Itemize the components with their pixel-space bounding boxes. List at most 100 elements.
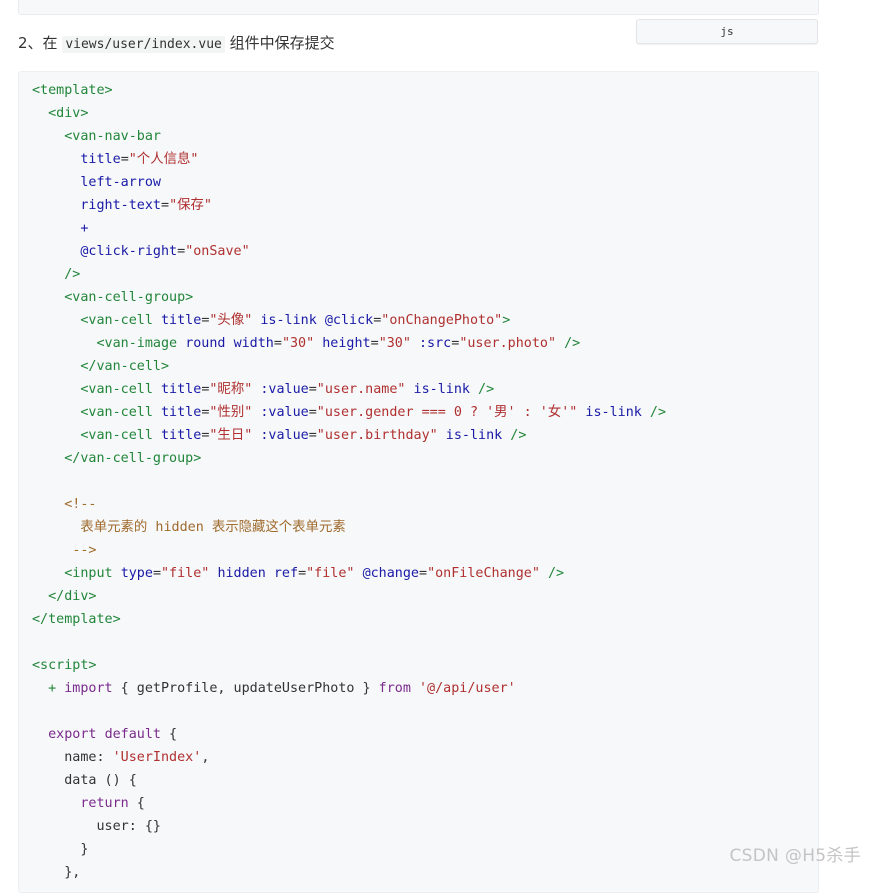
code-line: <script> <box>32 654 818 677</box>
code-line: <input type="file" hidden ref="file" @ch… <box>32 562 818 585</box>
code-token: "个人信息" <box>128 152 199 167</box>
code-block: <template> <div> <van-nav-bar title="个人信… <box>18 71 819 893</box>
code-token: }, <box>32 865 81 880</box>
code-token: "user.gender === 0 ? '男' : '女'" <box>316 405 578 420</box>
code-token: "onChangePhoto" <box>381 313 503 328</box>
code-token: is-link <box>585 405 642 420</box>
code-token: > <box>502 313 511 328</box>
code-token: <script> <box>32 658 97 673</box>
code-token: @click <box>324 313 374 328</box>
code-token: "onFileChange" <box>427 566 540 581</box>
code-token: = <box>161 198 170 213</box>
code-token: + <box>80 221 89 236</box>
code-token: title <box>161 313 202 328</box>
code-token: /> <box>510 428 527 443</box>
code-token: = <box>120 152 129 167</box>
code-token: + <box>48 681 57 696</box>
code-token: return <box>80 796 129 811</box>
code-token: = <box>308 428 317 443</box>
code-line: left-arrow <box>32 171 818 194</box>
code-token: user: {} <box>32 819 161 834</box>
code-token: is-link <box>260 313 317 328</box>
code-token: data () { <box>32 773 137 788</box>
code-token: </van-cell-group> <box>64 451 202 466</box>
code-token: type <box>120 566 153 581</box>
code-token: import <box>64 681 113 696</box>
code-token: "user.birthday" <box>316 428 438 443</box>
code-token: { <box>128 796 145 811</box>
code-line: <van-cell title="性别" :value="user.gender… <box>32 401 818 424</box>
code-token: <input <box>64 566 113 581</box>
code-token: "user.photo" <box>459 336 557 351</box>
code-token: <van-cell <box>80 428 153 443</box>
file-path-code: views/user/index.vue <box>62 36 225 53</box>
code-language-tab[interactable]: js <box>636 19 818 44</box>
code-token: :src <box>419 336 452 351</box>
code-token: left-arrow <box>80 175 161 190</box>
code-token: <van-cell <box>80 405 153 420</box>
code-token: '@/api/user' <box>418 681 516 696</box>
code-token: </van-cell> <box>80 359 170 374</box>
code-token: <van-cell <box>80 382 153 397</box>
code-lines: <template> <div> <van-nav-bar title="个人信… <box>19 72 818 884</box>
code-line: title="个人信息" <box>32 148 818 171</box>
code-line: }, <box>32 861 818 884</box>
code-line: </div> <box>32 585 818 608</box>
code-line: 表单元素的 hidden 表示隐藏这个表单元素 <box>32 516 818 539</box>
code-token: title <box>161 382 202 397</box>
code-line: @click-right="onSave" <box>32 240 818 263</box>
code-line: <template> <box>32 79 818 102</box>
code-token: <!-- <box>64 497 97 512</box>
code-token: </template> <box>32 612 121 627</box>
code-line: </template> <box>32 608 818 631</box>
code-token: ref <box>273 566 299 581</box>
code-token: } <box>32 842 89 857</box>
code-token: hidden <box>217 566 266 581</box>
step-suffix: 组件中保存提交 <box>224 34 335 52</box>
code-token: :value <box>260 382 309 397</box>
code-token: default <box>104 727 161 742</box>
code-token: /> <box>548 566 565 581</box>
code-token: --> <box>72 543 97 558</box>
code-token: "file" <box>306 566 355 581</box>
code-token: <div> <box>48 106 89 121</box>
code-line: + import { getProfile, updateUserPhoto }… <box>32 677 818 700</box>
code-token: right-text <box>80 198 161 213</box>
code-token: from <box>378 681 411 696</box>
code-token: "保存" <box>169 198 212 213</box>
code-line: --> <box>32 539 818 562</box>
code-token: @click-right <box>80 244 178 259</box>
code-token: "性别" <box>209 405 253 420</box>
code-token: 'UserIndex' <box>112 750 202 765</box>
code-token: :value <box>260 428 309 443</box>
code-line: data () { <box>32 769 818 792</box>
code-token: </div> <box>48 589 97 604</box>
code-token: "30" <box>378 336 411 351</box>
